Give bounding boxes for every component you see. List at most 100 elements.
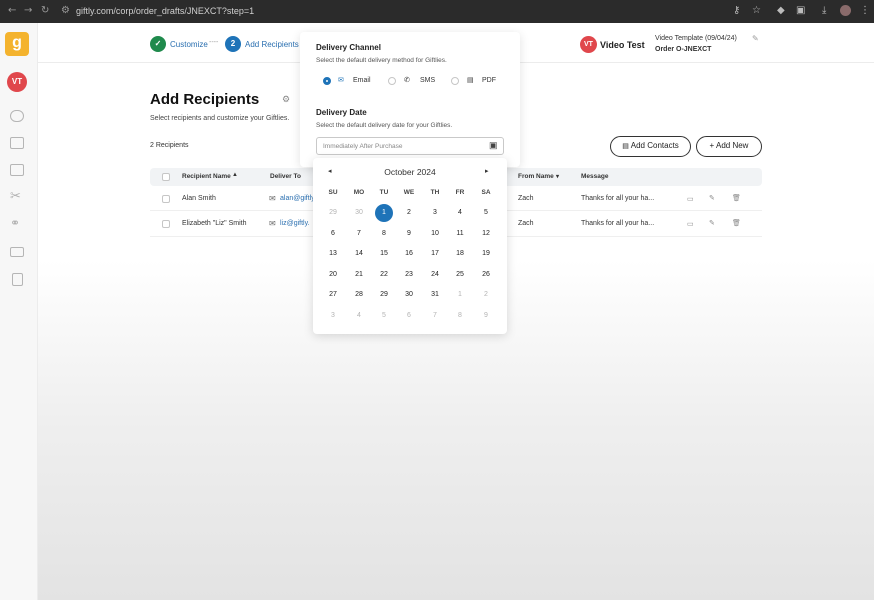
calendar-day[interactable]: 15 <box>372 246 396 262</box>
reload-icon[interactable]: ↻ <box>41 5 49 16</box>
contacts-icon[interactable] <box>10 137 24 149</box>
edit-pencil-icon[interactable]: ✎ <box>752 34 759 43</box>
calendar-day[interactable]: 9 <box>474 308 498 324</box>
calendar-day[interactable]: 5 <box>372 308 396 324</box>
calendar-day[interactable]: 19 <box>474 246 498 262</box>
calendar-day[interactable]: 25 <box>448 267 472 283</box>
edit-icon[interactable]: ✎ <box>709 219 715 227</box>
menu-kebab-icon[interactable]: ⋮ <box>860 5 870 16</box>
gift-box-icon[interactable] <box>10 164 24 176</box>
clipboard-icon[interactable] <box>12 273 23 286</box>
calendar-day[interactable]: 16 <box>397 246 421 262</box>
message-preview[interactable]: Thanks for all your ha... <box>581 220 654 227</box>
calendar-day[interactable]: 4 <box>347 308 371 324</box>
calendar-icon[interactable]: ▣ <box>489 140 498 151</box>
extension-icon[interactable]: ◆ <box>777 5 785 16</box>
sms-option-label[interactable]: SMS <box>420 77 435 84</box>
password-key-icon[interactable]: ⚷ <box>733 5 740 16</box>
next-month-icon[interactable]: ▸ <box>485 167 489 175</box>
calendar-day[interactable]: 2 <box>474 287 498 303</box>
calendar-month-label: October 2024 <box>384 167 436 177</box>
calendar-day[interactable]: 11 <box>448 226 472 242</box>
trash-icon[interactable]: 🗑 <box>732 194 741 202</box>
calendar-day[interactable]: 26 <box>474 267 498 283</box>
calendar-day[interactable]: 6 <box>321 226 345 242</box>
calendar-day[interactable]: 2 <box>397 205 421 221</box>
calendar-day[interactable]: 20 <box>321 267 345 283</box>
calendar-day[interactable]: 22 <box>372 267 396 283</box>
col-message[interactable]: Message <box>581 173 608 180</box>
calendar-day[interactable]: 4 <box>448 205 472 221</box>
calendar-day[interactable]: 3 <box>423 205 447 221</box>
sort-asc-icon[interactable]: ▲ <box>232 172 238 178</box>
calendar-day[interactable]: 28 <box>347 287 371 303</box>
cloud-upload-icon[interactable] <box>10 110 24 122</box>
calendar-day[interactable]: 21 <box>347 267 371 283</box>
edit-icon[interactable]: ✎ <box>709 194 715 202</box>
email-radio[interactable] <box>323 77 331 85</box>
delivery-date-input[interactable]: Immediately After Purchase ▣ <box>316 137 504 155</box>
calendar-day[interactable]: 17 <box>423 246 447 262</box>
calendar-day[interactable]: 27 <box>321 287 345 303</box>
calendar-day[interactable]: 14 <box>347 246 371 262</box>
col-recipient-name[interactable]: Recipient Name <box>182 173 231 180</box>
calendar-day[interactable]: 7 <box>347 226 371 242</box>
calendar-day[interactable]: 30 <box>397 287 421 303</box>
row-checkbox[interactable] <box>162 220 170 228</box>
calendar-day[interactable]: 23 <box>397 267 421 283</box>
account-avatar[interactable]: VT <box>7 72 27 92</box>
extensions-puzzle-icon[interactable]: ▣ <box>796 5 805 16</box>
pdf-option-label[interactable]: PDF <box>482 77 496 84</box>
calendar-day[interactable]: 10 <box>423 226 447 242</box>
tools-icon[interactable]: ✂ <box>10 188 21 204</box>
calendar-day[interactable]: 29 <box>321 205 345 221</box>
calendar-day[interactable]: 31 <box>423 287 447 303</box>
row-checkbox[interactable] <box>162 195 170 203</box>
trash-icon[interactable]: 🗑 <box>732 219 741 227</box>
back-icon[interactable]: ← <box>8 5 16 16</box>
handshake-icon[interactable]: ⚭ <box>10 216 20 230</box>
template-name: Video Template (09/04/24) <box>655 35 737 42</box>
calendar-icon[interactable]: ▭ <box>687 195 694 203</box>
col-from-name[interactable]: From Name <box>518 173 554 180</box>
col-deliver-to[interactable]: Deliver To <box>270 173 301 180</box>
calendar-day[interactable]: 13 <box>321 246 345 262</box>
bookmark-star-icon[interactable]: ☆ <box>752 5 761 16</box>
add-new-button[interactable]: + Add New <box>696 136 762 157</box>
calendar-day[interactable]: 1 <box>448 287 472 303</box>
credit-card-icon[interactable] <box>10 247 24 257</box>
calendar-day[interactable]: 8 <box>448 308 472 324</box>
calendar-day[interactable]: 9 <box>397 226 421 242</box>
recipient-email[interactable]: liz@giftly. <box>280 220 310 227</box>
pdf-radio[interactable] <box>451 77 459 85</box>
sms-radio[interactable] <box>388 77 396 85</box>
calendar-day[interactable]: 30 <box>347 205 371 221</box>
giftly-logo[interactable]: g <box>5 32 29 56</box>
calendar-icon[interactable]: ▭ <box>687 220 694 228</box>
delivery-date-subtitle: Select the default delivery date for you… <box>316 122 453 129</box>
sort-down-icon[interactable]: ▾ <box>556 173 559 180</box>
email-option-label[interactable]: Email <box>353 77 371 84</box>
calendar-day[interactable]: 24 <box>423 267 447 283</box>
calendar-day[interactable]: 3 <box>321 308 345 324</box>
calendar-day-selected[interactable]: 1 <box>375 204 393 222</box>
add-contacts-button[interactable]: ▤ Add Contacts <box>610 136 691 157</box>
site-info-icon[interactable]: ⚙ <box>61 5 70 16</box>
calendar-day[interactable]: 7 <box>423 308 447 324</box>
calendar-day[interactable]: 8 <box>372 226 396 242</box>
download-icon[interactable]: ⤓ <box>822 5 826 16</box>
profile-avatar[interactable] <box>840 5 851 16</box>
calendar-day[interactable]: 12 <box>474 226 498 242</box>
step-add-recipients[interactable]: Add Recipients <box>245 40 299 49</box>
calendar-day[interactable]: 6 <box>397 308 421 324</box>
calendar-day[interactable]: 18 <box>448 246 472 262</box>
step-customize[interactable]: Customize <box>170 40 208 49</box>
message-preview[interactable]: Thanks for all your ha... <box>581 195 654 202</box>
settings-gear-icon[interactable]: ⚙ <box>282 94 290 105</box>
recipient-email[interactable]: alan@giftly. <box>280 195 316 202</box>
forward-icon[interactable]: → <box>24 5 32 16</box>
select-all-checkbox[interactable] <box>162 173 170 181</box>
calendar-day[interactable]: 29 <box>372 287 396 303</box>
calendar-day[interactable]: 5 <box>474 205 498 221</box>
address-bar[interactable]: giftly.com/corp/order_drafts/JNEXCT?step… <box>76 6 254 16</box>
